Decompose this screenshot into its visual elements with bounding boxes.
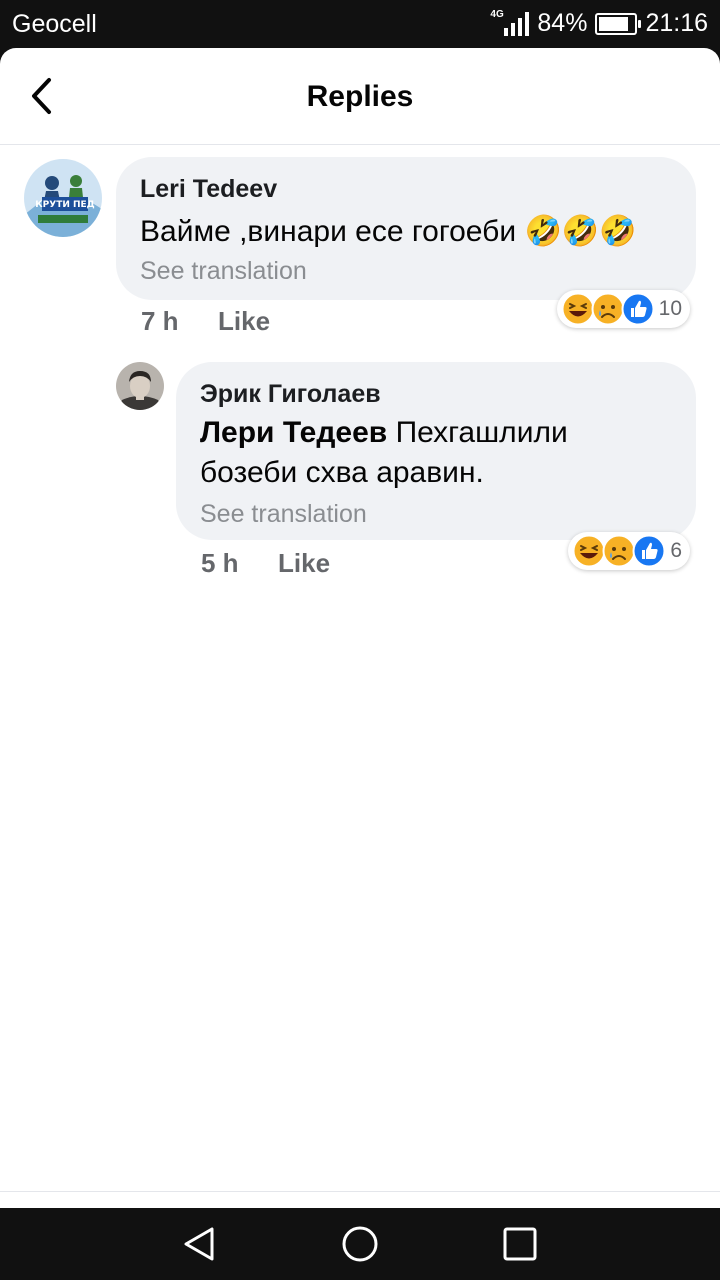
rofl-emoji-icon: 🤣 (599, 215, 637, 248)
comment-reactions[interactable]: 10 (556, 290, 690, 328)
square-recents-icon (503, 1227, 537, 1261)
replies-sheet: Replies КРУТИ ПЕД Leri Tedeev Вайме ,вин… (0, 48, 720, 1208)
status-bar: Geocell 4G 84% 21:16 (0, 0, 720, 48)
circle-home-icon (342, 1226, 378, 1262)
reply-reaction-icons (572, 534, 666, 568)
avatar-image: КРУТИ ПЕД (24, 159, 102, 237)
network-type: 4G (490, 8, 504, 20)
clock: 21:16 (645, 9, 708, 37)
avatar-text: КРУТИ ПЕД (35, 200, 94, 210)
rofl-emoji-icon: 🤣 (524, 215, 562, 248)
reply-see-translation-link[interactable]: See translation (200, 500, 367, 529)
page-title: Replies (306, 80, 414, 113)
comment-text: Вайме ,винари есе гогоеби 🤣🤣🤣 (140, 212, 637, 252)
carrier-name: Geocell (12, 10, 97, 38)
reply-author[interactable]: Эрик Гиголаев (200, 380, 381, 409)
rofl-emoji-icon: 🤣 (561, 215, 600, 248)
sad-face-icon (602, 534, 636, 568)
reaction-icons (561, 292, 655, 326)
comment-author[interactable]: Leri Tedeev (140, 175, 277, 204)
divider (0, 1191, 720, 1192)
avatar[interactable]: КРУТИ ПЕД (24, 159, 102, 237)
reaction-count: 10 (658, 297, 682, 320)
reply-reaction-count: 6 (670, 539, 682, 562)
comment-time: 7 h (141, 306, 179, 336)
battery-percent: 84% (537, 9, 588, 37)
comment-text-body: Вайме ,винари есе гогоеби (140, 215, 517, 248)
battery-icon (595, 12, 642, 35)
signal-icon: 4G (490, 8, 530, 36)
thumbs-up-icon (621, 292, 655, 326)
thumbs-up-icon (632, 534, 666, 568)
see-translation-link[interactable]: See translation (140, 257, 307, 286)
comment-like-button[interactable]: Like (218, 306, 270, 337)
laughing-face-icon (561, 292, 595, 326)
reply-reactions[interactable]: 6 (568, 532, 690, 570)
reply-mention[interactable]: Лери Тедеев (200, 416, 387, 449)
status-icons: 4G 84% 21:16 (490, 9, 708, 38)
reply-text: Лери Тедеев Пехгашлили бозеби схва арави… (200, 413, 640, 493)
triangle-back-icon (184, 1227, 214, 1261)
reply-time: 5 h (201, 548, 239, 578)
comment-emojis: 🤣🤣🤣 (524, 215, 636, 248)
reply-bubble[interactable]: Эрик Гиголаев Лери Тедеев Пехгашлили боз… (176, 362, 696, 540)
nav-back-button[interactable] (180, 1224, 220, 1264)
navigation-bar (0, 1208, 720, 1280)
reply-avatar-image (116, 362, 164, 410)
sad-face-icon (591, 292, 625, 326)
comment-bubble[interactable]: Leri Tedeev Вайме ,винари есе гогоеби 🤣🤣… (116, 157, 696, 300)
battery-fill (599, 16, 628, 31)
nav-home-button[interactable] (340, 1224, 380, 1264)
nav-recents-button[interactable] (500, 1224, 540, 1264)
reply-avatar[interactable] (116, 362, 164, 410)
header: Replies (0, 48, 720, 145)
laughing-face-icon (572, 534, 606, 568)
reply-like-button[interactable]: Like (278, 548, 330, 579)
